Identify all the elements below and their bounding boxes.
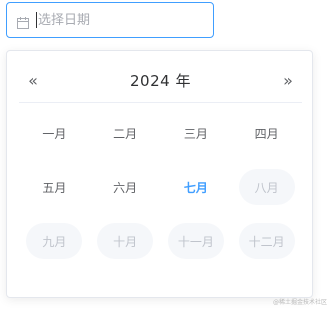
month-cell: 二月	[90, 115, 161, 151]
month-cell: 四月	[231, 115, 302, 151]
date-input-field[interactable]	[38, 5, 198, 35]
month-cell: 九月	[19, 223, 90, 259]
month-option: 十二月	[238, 223, 295, 259]
month-option[interactable]: 一月	[26, 115, 82, 151]
month-cell: 十二月	[231, 223, 302, 259]
month-grid: 一月 二月 三月 四月五月 六月 七月 八月九月 十月 十一月 十二月	[19, 115, 302, 259]
prev-year-button[interactable]: «	[19, 67, 47, 95]
month-option[interactable]: 二月	[97, 115, 153, 151]
month-option: 八月	[238, 169, 295, 205]
month-cell: 十一月	[161, 223, 232, 259]
month-option[interactable]: 五月	[26, 169, 82, 205]
month-option: 十月	[97, 223, 154, 259]
month-cell: 十月	[90, 223, 161, 259]
text-cursor	[36, 12, 37, 28]
next-year-button[interactable]: »	[274, 67, 302, 95]
month-cell: 三月	[161, 115, 232, 151]
month-option[interactable]: 六月	[97, 169, 153, 205]
month-cell: 五月	[19, 169, 90, 205]
month-option[interactable]: 七月	[168, 169, 224, 205]
calendar-icon	[17, 14, 29, 29]
month-cell: 八月	[231, 169, 302, 205]
date-picker-input[interactable]	[6, 2, 214, 38]
page: « 2024 年 » 一月二月三月四月五月六月七月八月九月十月十一月十二月 @稀…	[0, 0, 329, 309]
month-option: 十一月	[167, 223, 224, 259]
year-title[interactable]: 2024 年	[130, 70, 191, 91]
month-cell: 七月	[161, 169, 232, 205]
month-option: 九月	[26, 223, 83, 259]
month-option[interactable]: 三月	[168, 115, 224, 151]
watermark: @稀土掘金技术社区	[272, 299, 327, 306]
month-cell: 六月	[90, 169, 161, 205]
month-picker-panel: « 2024 年 » 一月 二月 三月 四月五月 六月 七月 八月九月 十月 十一月 十二月	[6, 50, 313, 298]
month-option[interactable]: 四月	[239, 115, 295, 151]
month-cell: 一月	[19, 115, 90, 151]
panel-header: « 2024 年 »	[19, 59, 302, 103]
